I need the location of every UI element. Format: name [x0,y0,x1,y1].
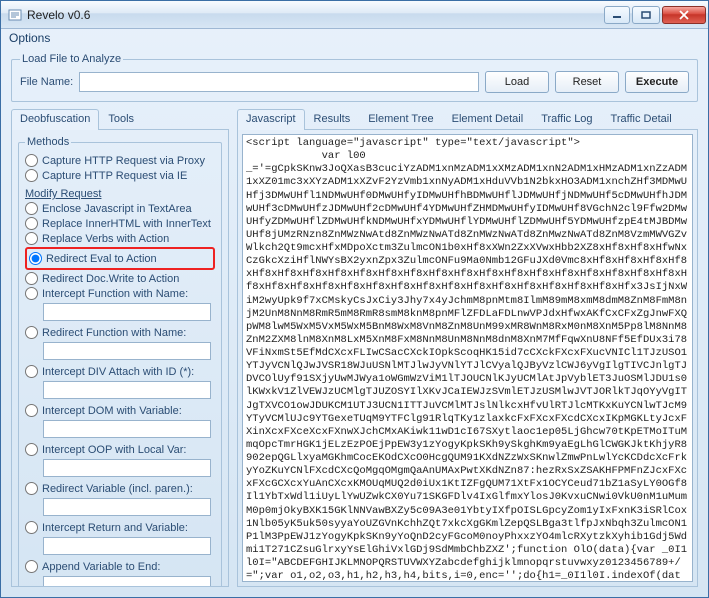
titlebar: Revelo v0.6 [1,1,708,29]
right-pane: Javascript Results Element Tree Element … [237,108,698,587]
filename-label: File Name: [20,76,73,88]
window-title: Revelo v0.6 [27,8,602,22]
input-intercept-return-var[interactable] [43,537,211,555]
opt-intercept-fn-name[interactable]: Intercept Function with Name: [25,287,215,300]
tab-tools[interactable]: Tools [99,109,143,130]
opt-redirect-fn-name[interactable]: Redirect Function with Name: [25,326,215,339]
input-intercept-fn-name[interactable] [43,303,211,321]
load-file-group: Load File to Analyze File Name: Load Res… [11,53,698,102]
input-redirect-fn-name[interactable] [43,342,211,360]
right-panel [237,130,698,587]
opt-capture-proxy[interactable]: Capture HTTP Request via Proxy [25,154,215,167]
execute-button[interactable]: Execute [625,71,689,93]
tab-element-tree[interactable]: Element Tree [359,109,442,130]
opt-redirect-docwrite[interactable]: Redirect Doc.Write to Action [25,272,215,285]
tab-javascript[interactable]: Javascript [237,109,305,130]
reset-button[interactable]: Reset [555,71,619,93]
opt-intercept-oop-var[interactable]: Intercept OOP with Local Var: [25,443,215,456]
input-intercept-dom-var[interactable] [43,420,211,438]
tab-deobfuscation[interactable]: Deobfuscation [11,109,99,130]
close-button[interactable] [662,6,706,24]
methods-group: Methods Capture HTTP Request via Proxy C… [18,136,222,587]
filename-input[interactable] [79,72,479,92]
maximize-button[interactable] [632,6,660,24]
load-file-legend: Load File to Analyze [20,53,123,65]
left-panel: Methods Capture HTTP Request via Proxy C… [11,130,229,587]
opt-capture-ie[interactable]: Capture HTTP Request via IE [25,169,215,182]
opt-replace-verbs[interactable]: Replace Verbs with Action [25,232,215,245]
javascript-code-view[interactable] [242,134,693,582]
menu-bar: Options [1,29,708,49]
input-intercept-oop-var[interactable] [43,459,211,477]
tab-traffic-log[interactable]: Traffic Log [532,109,601,130]
left-pane: Deobfuscation Tools Methods Capture HTTP… [11,108,229,587]
input-append-var-end[interactable] [43,576,211,587]
app-icon [7,7,23,23]
tab-results[interactable]: Results [305,109,360,130]
tab-element-detail[interactable]: Element Detail [443,109,533,130]
opt-enclose-js[interactable]: Enclose Javascript in TextArea [25,202,215,215]
opt-redirect-eval[interactable]: Redirect Eval to Action [29,252,211,265]
methods-legend: Methods [25,136,71,148]
menu-options[interactable]: Options [9,31,50,45]
load-button[interactable]: Load [485,71,549,93]
tab-traffic-detail[interactable]: Traffic Detail [602,109,681,130]
minimize-button[interactable] [604,6,630,24]
right-tabstrip: Javascript Results Element Tree Element … [237,108,698,130]
opt-replace-inner[interactable]: Replace InnerHTML with InnerText [25,217,215,230]
window-buttons [602,6,706,24]
highlight-redirect-eval: Redirect Eval to Action [25,247,215,270]
content-area: Load File to Analyze File Name: Load Res… [1,49,708,597]
left-tabstrip: Deobfuscation Tools [11,108,229,130]
opt-intercept-dom-var[interactable]: Intercept DOM with Variable: [25,404,215,417]
opt-redirect-var-paren[interactable]: Redirect Variable (incl. paren.): [25,482,215,495]
opt-intercept-div-id[interactable]: Intercept DIV Attach with ID (*): [25,365,215,378]
modify-request-header: Modify Request [25,188,215,200]
input-intercept-div-id[interactable] [43,381,211,399]
opt-append-var-end[interactable]: Append Variable to End: [25,560,215,573]
opt-intercept-return-var[interactable]: Intercept Return and Variable: [25,521,215,534]
app-window: Revelo v0.6 Options Load File to Analyze… [0,0,709,598]
input-redirect-var-paren[interactable] [43,498,211,516]
